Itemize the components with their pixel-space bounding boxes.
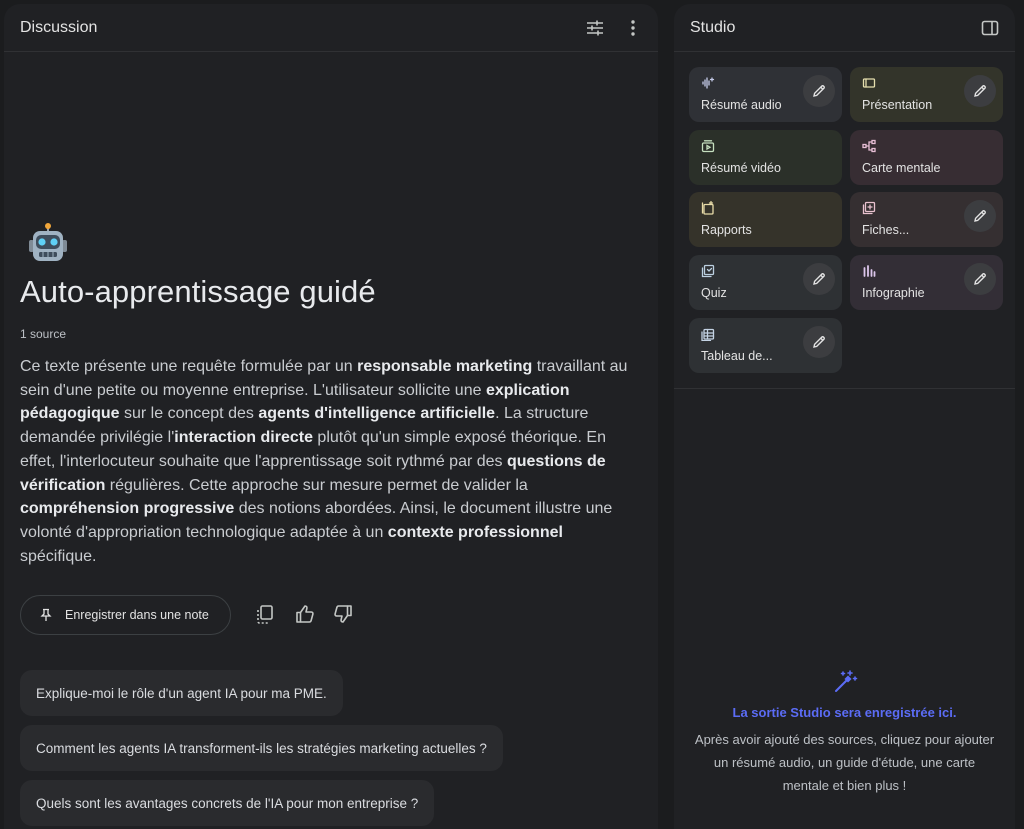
flashcards-icon <box>862 201 876 215</box>
table-icon <box>701 327 715 341</box>
more-vert-icon[interactable] <box>622 17 644 39</box>
discussion-title: Discussion <box>20 18 98 36</box>
studio-tile-label: Résumé vidéo <box>701 160 781 175</box>
quiz-icon <box>701 264 715 278</box>
edit-pencil-icon[interactable] <box>803 263 835 296</box>
audio-waveform-icon <box>701 76 715 90</box>
copy-icon[interactable] <box>254 603 278 627</box>
studio-title: Studio <box>690 18 736 36</box>
discussion-panel: Discussion Auto-apprentissage guidé 1 so… <box>4 4 658 829</box>
studio-divider <box>674 388 1015 389</box>
slides-icon <box>862 76 876 90</box>
settings-sliders-icon[interactable] <box>584 17 606 39</box>
studio-tile-présentation[interactable]: Présentation <box>850 67 1003 122</box>
summary-keyword: agents d'intelligence artificielle <box>258 405 496 423</box>
infographic-icon <box>862 264 876 278</box>
studio-empty-title: La sortie Studio sera enregistrée ici. <box>732 705 957 720</box>
suggested-question-1[interactable]: Explique-moi le rôle d'un agent IA pour … <box>20 670 343 716</box>
suggested-question-2[interactable]: Comment les agents IA transforment-ils l… <box>20 725 503 771</box>
studio-tile-résumé-audio[interactable]: Résumé audio <box>689 67 842 122</box>
mind-map-icon <box>862 139 876 153</box>
studio-tile-carte-mentale[interactable]: Carte mentale <box>850 129 1003 185</box>
summary-text: sur le concept des <box>119 405 259 423</box>
studio-tile-rapports[interactable]: Rapports <box>689 192 842 248</box>
studio-tile-infographie[interactable]: Infographie <box>850 255 1003 311</box>
notebook-summary: Ce texte présente une requête formulée p… <box>20 355 634 568</box>
discussion-header: Discussion <box>4 4 658 52</box>
collapse-panel-icon[interactable] <box>979 17 1001 39</box>
studio-tile-résumé-vidéo[interactable]: Résumé vidéo <box>689 129 842 185</box>
suggested-question-text: Comment les agents IA transforment-ils l… <box>36 740 487 756</box>
studio-tile-label: Rapports <box>701 223 752 238</box>
summary-keyword: responsable marketing <box>357 358 533 375</box>
magic-wand-icon <box>831 668 859 696</box>
save-to-note-label: Enregistrer dans une note <box>65 608 209 622</box>
studio-tile-fiches[interactable]: Fiches... <box>850 192 1003 248</box>
summary-keyword: contexte professionnel <box>387 523 563 541</box>
thumbs-up-icon[interactable] <box>294 603 318 627</box>
summary-text: régulières. Cette approche sur mesure pe… <box>105 476 528 494</box>
summary-text: spécifique. <box>20 547 97 565</box>
summary-keyword: compréhension progressive <box>20 500 235 518</box>
suggested-question-3[interactable]: Quels sont les avantages concrets de l'I… <box>20 780 435 826</box>
studio-empty-state: La sortie Studio sera enregistrée ici. A… <box>674 668 1015 797</box>
notebook-emoji-robot <box>26 222 70 266</box>
edit-pencil-icon[interactable] <box>803 75 835 107</box>
save-to-note-button[interactable]: Enregistrer dans une note <box>20 595 231 635</box>
studio-header: Studio <box>674 4 1015 52</box>
studio-tile-label: Carte mentale <box>862 160 941 175</box>
edit-pencil-icon[interactable] <box>964 75 996 107</box>
thumbs-down-icon[interactable] <box>332 603 356 627</box>
studio-tile-quiz[interactable]: Quiz <box>689 255 842 311</box>
studio-tile-tableau-de[interactable]: Tableau de... <box>689 317 842 373</box>
reports-icon <box>701 201 715 216</box>
summary-text: Ce texte présente une requête formulée p… <box>20 358 358 375</box>
source-count: 1 source <box>20 327 67 341</box>
notebook-title: Auto-apprentissage guidé <box>20 274 376 309</box>
video-icon <box>701 139 715 153</box>
pin-icon <box>40 608 52 621</box>
studio-panel: Studio Résumé audio Présentation Résumé vi… <box>674 4 1015 829</box>
edit-pencil-icon[interactable] <box>803 325 835 358</box>
studio-empty-description: Après avoir ajouté des sources, cliquez … <box>694 732 995 793</box>
summary-keyword: interaction directe <box>174 429 313 447</box>
suggested-question-text: Quels sont les avantages concrets de l'I… <box>36 795 419 811</box>
edit-pencil-icon[interactable] <box>964 263 996 296</box>
suggested-question-text: Explique-moi le rôle d'un agent IA pour … <box>36 685 327 701</box>
